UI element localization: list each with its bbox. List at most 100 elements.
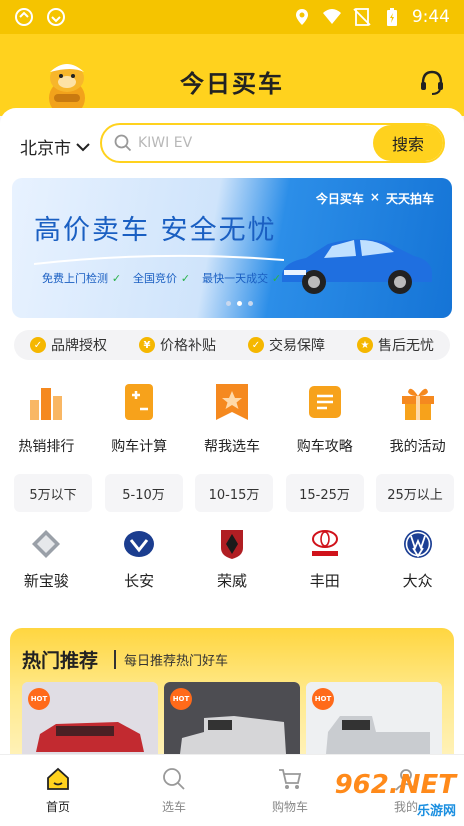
search-bar[interactable]: KIWI EV 搜索 — [100, 123, 445, 163]
sync-icon — [15, 8, 33, 26]
roewe-logo-icon — [220, 530, 243, 559]
quick-entry-guide[interactable]: 购车攻略 — [282, 382, 368, 456]
search-icon — [114, 134, 132, 152]
price-filter-row: 5万以下 5-10万 10-15万 15-25万 25万以上 — [14, 474, 454, 512]
tab-label: 购物车 — [271, 800, 308, 814]
city-label: 北京市 — [20, 139, 71, 159]
baojun-logo-icon — [32, 530, 61, 558]
guarantee-item: ★ 售后无忧 — [357, 335, 434, 355]
quick-entry-activities[interactable]: 我的活动 — [375, 382, 461, 456]
guide-icon — [308, 386, 341, 418]
watermark-sub: 乐游网 — [416, 804, 456, 819]
home-icon — [47, 767, 69, 790]
promo-banner[interactable]: 高价卖车 安全无忧 免费上门检测 全国竞价 最快一天成交 今日买车 × 天天拍车 — [12, 178, 452, 318]
banner-brands: 今日买车 × 天天拍车 — [316, 190, 434, 207]
hot-car-card[interactable]: HOT — [22, 682, 158, 762]
quick-entry-grid: 热销排行 购车计算 帮我选车 购车攻略 我的活动 — [0, 382, 464, 456]
guarantee-label: 价格补贴 — [160, 338, 216, 354]
hot-car-card[interactable]: HOT — [306, 682, 442, 762]
banner-slogan: 高价卖车 安全无忧 — [34, 215, 277, 246]
banner-brand-x: × — [369, 190, 380, 204]
toyota-logo-icon — [311, 530, 338, 556]
banner-brand-right: 天天拍车 — [385, 192, 434, 206]
star-bookmark-icon — [215, 384, 248, 420]
banner-feature: 免费上门检测 — [42, 270, 121, 286]
status-bar: 9:44 — [0, 0, 464, 34]
car-image — [282, 239, 432, 294]
guarantee-label: 交易保障 — [269, 338, 325, 354]
quick-entry-calculator[interactable]: 购车计算 — [96, 382, 182, 456]
hot-car-card[interactable]: HOT — [164, 682, 300, 762]
sync-icon — [47, 8, 65, 26]
search-input[interactable]: KIWI EV — [138, 135, 373, 151]
tab-home[interactable]: 首页 — [8, 755, 108, 826]
battery-icon — [386, 8, 397, 26]
brand-changan[interactable]: 长安 — [96, 528, 182, 591]
yen-shield-icon: ¥ — [139, 337, 155, 353]
watermark-main: 962.NET — [334, 770, 456, 800]
brand-label: 大众 — [402, 572, 433, 590]
tab-label: 选车 — [161, 800, 186, 814]
brand-volkswagen[interactable]: 大众 — [375, 528, 461, 591]
banner-swoosh — [34, 254, 284, 265]
guarantee-strip: ✓ 品牌授权 ¥ 价格补贴 ✓ 交易保障 ★ 售后无忧 — [14, 330, 450, 360]
banner-features: 免费上门检测 全国竞价 最快一天成交 — [42, 270, 281, 286]
guarantee-label: 售后无忧 — [378, 338, 434, 354]
volkswagen-logo-icon — [403, 530, 432, 558]
shield-icon: ✓ — [30, 337, 46, 353]
brand-label: 荣威 — [216, 572, 247, 590]
tab-choose-car[interactable]: 选车 — [124, 755, 224, 826]
banner-brand-left: 今日买车 — [315, 192, 364, 206]
location-icon — [295, 9, 308, 25]
brand-roewe[interactable]: 荣威 — [189, 528, 275, 591]
tab-cart[interactable]: 购物车 — [240, 755, 340, 826]
watermark: 962.NET 乐游网 — [335, 770, 456, 819]
brand-label: 丰田 — [309, 572, 340, 590]
quick-entry-label: 购车攻略 — [296, 439, 353, 455]
hot-badge: HOT — [28, 688, 50, 710]
price-chip[interactable]: 25万以上 — [376, 474, 454, 512]
app-title: 今日买车 — [180, 70, 284, 98]
hot-badge: HOT — [170, 688, 192, 710]
hot-car-list: HOT HOT HOT — [22, 682, 442, 762]
check-shield-icon: ✓ — [248, 337, 264, 353]
banner-feature: 全国竞价 — [133, 270, 190, 286]
carousel-indicator — [226, 301, 253, 306]
guarantee-item: ✓ 品牌授权 — [30, 335, 107, 355]
price-chip[interactable]: 10-15万 — [195, 474, 273, 512]
clock: 9:44 — [411, 7, 450, 27]
price-chip[interactable]: 5万以下 — [14, 474, 92, 512]
brand-row: 新宝骏 长安 荣威 丰田 大众 — [0, 528, 464, 591]
wifi-icon — [322, 9, 341, 24]
badge-icon: ★ — [357, 337, 373, 353]
search-button[interactable]: 搜索 — [373, 125, 443, 161]
guarantee-item: ¥ 价格补贴 — [139, 335, 216, 355]
brand-label: 长安 — [124, 572, 155, 590]
cart-icon — [279, 769, 302, 789]
calculator-icon — [125, 384, 154, 420]
quick-entry-label: 我的活动 — [389, 439, 446, 455]
no-sim-icon — [353, 8, 371, 26]
quick-entry-choose-car[interactable]: 帮我选车 — [189, 382, 275, 456]
quick-entry-ranking[interactable]: 热销排行 — [3, 382, 89, 456]
app-header: 今日买车 — [0, 34, 464, 116]
brand-toyota[interactable]: 丰田 — [282, 528, 368, 591]
chevron-down-icon — [76, 142, 90, 151]
brand-label: 新宝骏 — [23, 572, 69, 590]
hot-badge: HOT — [312, 688, 334, 710]
changan-logo-icon — [124, 531, 155, 557]
tab-label: 首页 — [45, 800, 70, 814]
ranking-icon — [30, 388, 63, 420]
quick-entry-label: 热销排行 — [18, 439, 75, 455]
customer-service-icon[interactable] — [418, 68, 446, 96]
quick-entry-label: 帮我选车 — [203, 439, 260, 455]
gift-icon — [401, 388, 434, 420]
price-chip[interactable]: 5-10万 — [104, 474, 183, 512]
price-chip[interactable]: 15-25万 — [285, 474, 364, 512]
section-title: 热门推荐 — [22, 650, 99, 672]
brand-baojun[interactable]: 新宝骏 — [3, 528, 89, 591]
guarantee-label: 品牌授权 — [51, 338, 107, 354]
city-selector[interactable]: 北京市 — [20, 134, 91, 159]
section-subtitle: 每日推荐热门好车 — [114, 650, 228, 669]
search-car-icon — [163, 768, 185, 790]
